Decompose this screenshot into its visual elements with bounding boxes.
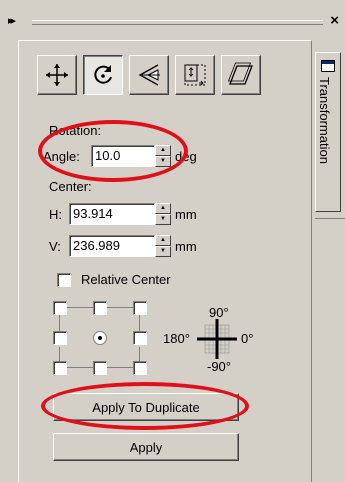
anchor-top-left[interactable] xyxy=(53,301,67,315)
h-unit: mm xyxy=(175,206,197,222)
transformation-tab[interactable]: Transformation xyxy=(315,52,341,212)
transformation-tab-label: Transformation xyxy=(317,77,332,164)
rotate-icon xyxy=(94,65,112,84)
spin-up-icon[interactable]: ▲ xyxy=(155,235,171,246)
docker-tab-strip: Transformation xyxy=(312,40,345,482)
relative-center-checkbox[interactable] xyxy=(57,273,71,287)
angle-unit: deg xyxy=(175,148,197,164)
titlebar-rule xyxy=(32,20,323,21)
anchor-line xyxy=(67,367,93,368)
dial-label-bottom: -90° xyxy=(207,359,231,374)
docker-grip-icon[interactable]: ▸▸ xyxy=(8,14,16,27)
angle-spinner: 10.0 ▲ ▼ deg xyxy=(91,145,197,167)
spin-down-icon[interactable]: ▼ xyxy=(155,214,171,225)
rotation-heading: Rotation: xyxy=(49,123,102,138)
anchor-grid xyxy=(53,301,173,375)
anchor-center-radio[interactable] xyxy=(93,331,107,345)
angle-input[interactable]: 10.0 xyxy=(91,145,155,167)
spin-up-icon[interactable]: ▲ xyxy=(155,145,171,156)
v-label: V: xyxy=(49,239,61,254)
angle-label: Angle: xyxy=(43,149,80,164)
anchor-top-right[interactable] xyxy=(133,301,147,315)
skew-button[interactable] xyxy=(221,55,261,95)
move-arrows-icon xyxy=(46,64,68,86)
rotate-button[interactable] xyxy=(83,55,123,95)
spin-down-icon[interactable]: ▼ xyxy=(155,156,171,167)
spin-down-icon[interactable]: ▼ xyxy=(155,246,171,257)
angle-dial: 90° 180° 0° -90° xyxy=(163,305,273,379)
h-stepper[interactable]: ▲ ▼ xyxy=(155,203,171,225)
angle-stepper[interactable]: ▲ ▼ xyxy=(155,145,171,167)
skew-icon xyxy=(228,62,253,85)
size-icon xyxy=(184,64,206,86)
h-spinner: 93.914 ▲ ▼ mm xyxy=(69,203,197,225)
center-heading: Center: xyxy=(49,179,92,194)
close-icon[interactable]: × xyxy=(330,12,339,29)
docker-titlebar[interactable]: ▸▸ × xyxy=(0,0,345,40)
apply-to-duplicate-button[interactable]: Apply To Duplicate xyxy=(53,393,239,421)
window-icon xyxy=(321,60,335,72)
anchor-line xyxy=(107,307,133,308)
transform-toolbar xyxy=(37,55,261,95)
dial-label-left: 180° xyxy=(163,331,190,346)
tab-separator xyxy=(315,218,345,219)
v-input[interactable]: 236.989 xyxy=(69,235,155,257)
relative-center-label: Relative Center xyxy=(81,272,171,287)
apply-button[interactable]: Apply xyxy=(53,433,239,461)
mirror-icon xyxy=(138,64,160,86)
anchor-bottom-right[interactable] xyxy=(133,361,147,375)
v-spinner: 236.989 ▲ ▼ mm xyxy=(69,235,197,257)
dial-crosshair-icon[interactable] xyxy=(193,317,241,361)
spin-up-icon[interactable]: ▲ xyxy=(155,203,171,214)
anchor-bottom-left[interactable] xyxy=(53,361,67,375)
h-input[interactable]: 93.914 xyxy=(69,203,155,225)
h-label: H: xyxy=(49,207,62,222)
anchor-middle-right[interactable] xyxy=(133,331,147,345)
v-stepper[interactable]: ▲ ▼ xyxy=(155,235,171,257)
anchor-middle-left[interactable] xyxy=(53,331,67,345)
scale-mirror-button[interactable] xyxy=(129,55,169,95)
anchor-top-center[interactable] xyxy=(93,301,107,315)
transformation-panel: Rotation: Angle: 10.0 ▲ ▼ deg Center: H:… xyxy=(18,40,312,482)
size-button[interactable] xyxy=(175,55,215,95)
anchor-line xyxy=(107,367,133,368)
anchor-line xyxy=(67,307,93,308)
position-button[interactable] xyxy=(37,55,77,95)
dial-label-right: 0° xyxy=(241,331,254,346)
anchor-bottom-center[interactable] xyxy=(93,361,107,375)
titlebar-rule xyxy=(32,24,323,25)
v-unit: mm xyxy=(175,238,197,254)
